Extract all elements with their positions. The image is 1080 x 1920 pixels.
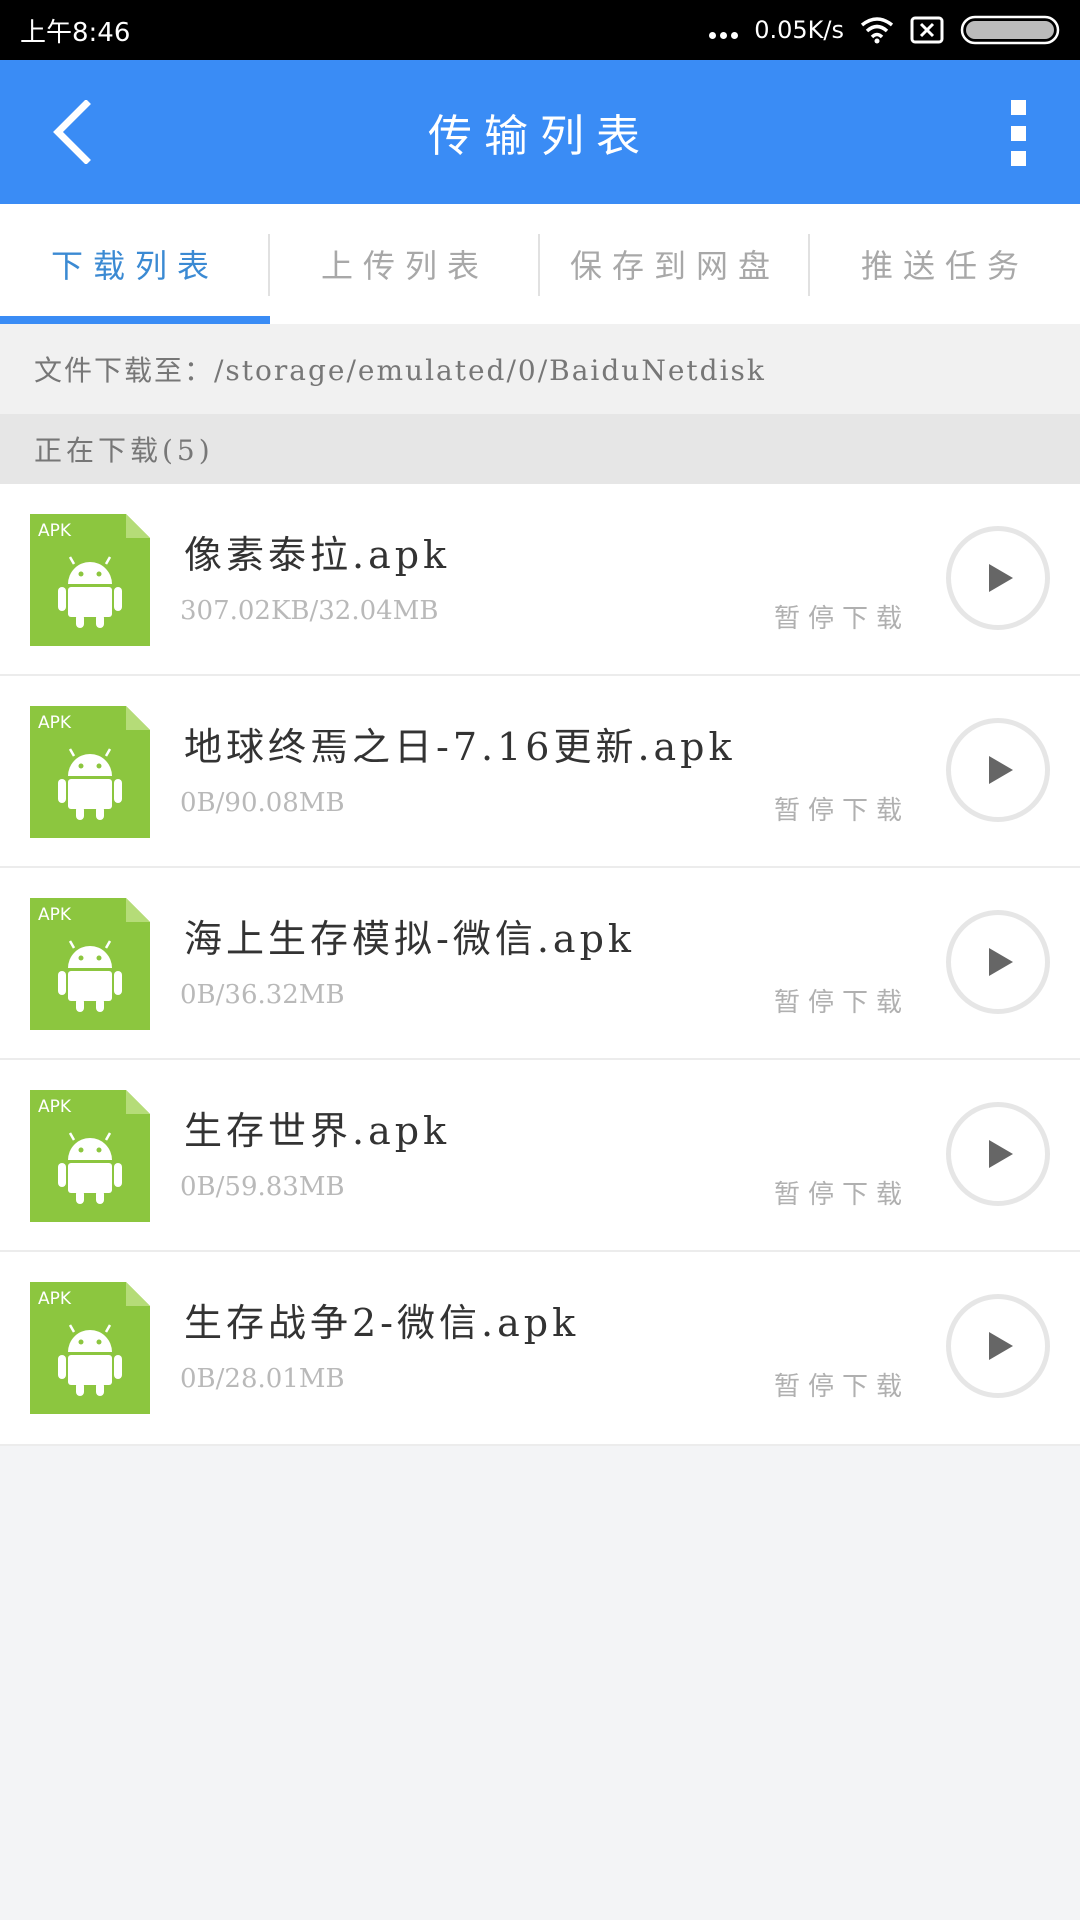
- file-name: 地球终焉之日-7.16更新.apk: [184, 725, 736, 769]
- download-status: 暂停下载: [773, 1180, 910, 1210]
- file-name: 像素泰拉.apk: [184, 533, 451, 577]
- apk-label: APK: [38, 713, 72, 733]
- apk-label: APK: [38, 1097, 72, 1117]
- tab-label: 推送任务: [860, 247, 1029, 285]
- app-bar: 传输列表: [0, 60, 1080, 204]
- close-box-icon: [910, 16, 944, 44]
- download-status: 暂停下载: [773, 796, 910, 826]
- apk-file-icon: APK: [30, 1282, 150, 1414]
- wifi-icon: [860, 16, 894, 44]
- tab-label: 保存到网盘: [569, 247, 780, 285]
- section-header-downloading: 正在下载(5): [0, 414, 1080, 484]
- file-name: 海上生存模拟-微信.apk: [184, 917, 635, 961]
- file-progress: 307.02KB/32.04MB: [180, 596, 439, 626]
- more-vertical-icon: [1010, 100, 1026, 115]
- play-button[interactable]: [946, 910, 1050, 1014]
- download-status: 暂停下载: [773, 604, 910, 634]
- file-progress: 0B/36.32MB: [180, 980, 345, 1010]
- apk-file-icon: APK: [30, 1090, 150, 1222]
- file-progress: 0B/90.08MB: [180, 788, 345, 818]
- play-button[interactable]: [946, 718, 1050, 822]
- apk-label: APK: [38, 1289, 72, 1309]
- battery-icon: [960, 15, 1060, 45]
- apk-file-icon: APK: [30, 706, 150, 838]
- status-time: 上午8:46: [20, 17, 131, 48]
- play-icon: [989, 1332, 1013, 1360]
- list-item[interactable]: APK 像素泰拉.apk 307.02KB/32.04MB 暂停下载: [0, 484, 1080, 676]
- status-icons: 0.05K/s: [709, 15, 1060, 45]
- file-name: 生存世界.apk: [184, 1109, 451, 1153]
- page-title: 传输列表: [428, 111, 652, 162]
- tab-save-to-netdisk[interactable]: 保存到网盘: [540, 204, 810, 324]
- apk-file-icon: APK: [30, 514, 150, 646]
- download-path: 文件下载至：/storage/emulated/0/BaiduNetdisk: [0, 324, 1080, 414]
- tab-push-tasks[interactable]: 推送任务: [810, 204, 1080, 324]
- play-icon: [989, 1140, 1013, 1168]
- network-speed: 0.05K/s: [754, 16, 844, 44]
- play-icon: [989, 948, 1013, 976]
- file-progress: 0B/28.01MB: [180, 1364, 345, 1394]
- download-status: 暂停下载: [773, 1372, 910, 1402]
- apk-label: APK: [38, 521, 72, 541]
- download-list: APK 像素泰拉.apk 307.02KB/32.04MB 暂停下载 APK 地…: [0, 484, 1080, 1446]
- play-icon: [989, 564, 1013, 592]
- tab-label: 下载列表: [50, 247, 219, 285]
- list-item[interactable]: APK 生存世界.apk 0B/59.83MB 暂停下载: [0, 1060, 1080, 1252]
- apk-label: APK: [38, 905, 72, 925]
- tab-label: 上传列表: [320, 247, 489, 285]
- apk-file-icon: APK: [30, 898, 150, 1030]
- play-icon: [989, 756, 1013, 784]
- dots-icon: [709, 22, 739, 39]
- tab-bar: 下载列表 上传列表 保存到网盘 推送任务: [0, 204, 1080, 324]
- play-button[interactable]: [946, 526, 1050, 630]
- list-item[interactable]: APK 生存战争2-微信.apk 0B/28.01MB 暂停下载: [0, 1252, 1080, 1446]
- more-button[interactable]: [998, 100, 1038, 166]
- tab-upload-list[interactable]: 上传列表: [270, 204, 540, 324]
- list-item[interactable]: APK 地球终焉之日-7.16更新.apk 0B/90.08MB 暂停下载: [0, 676, 1080, 868]
- play-button[interactable]: [946, 1294, 1050, 1398]
- play-button[interactable]: [946, 1102, 1050, 1206]
- status-bar: 上午8:46 0.05K/s: [0, 0, 1080, 60]
- download-status: 暂停下载: [773, 988, 910, 1018]
- tab-active-indicator: [0, 316, 270, 324]
- list-item[interactable]: APK 海上生存模拟-微信.apk 0B/36.32MB 暂停下载: [0, 868, 1080, 1060]
- file-name: 生存战争2-微信.apk: [184, 1301, 580, 1345]
- tab-download-list[interactable]: 下载列表: [0, 204, 270, 324]
- file-progress: 0B/59.83MB: [180, 1172, 345, 1202]
